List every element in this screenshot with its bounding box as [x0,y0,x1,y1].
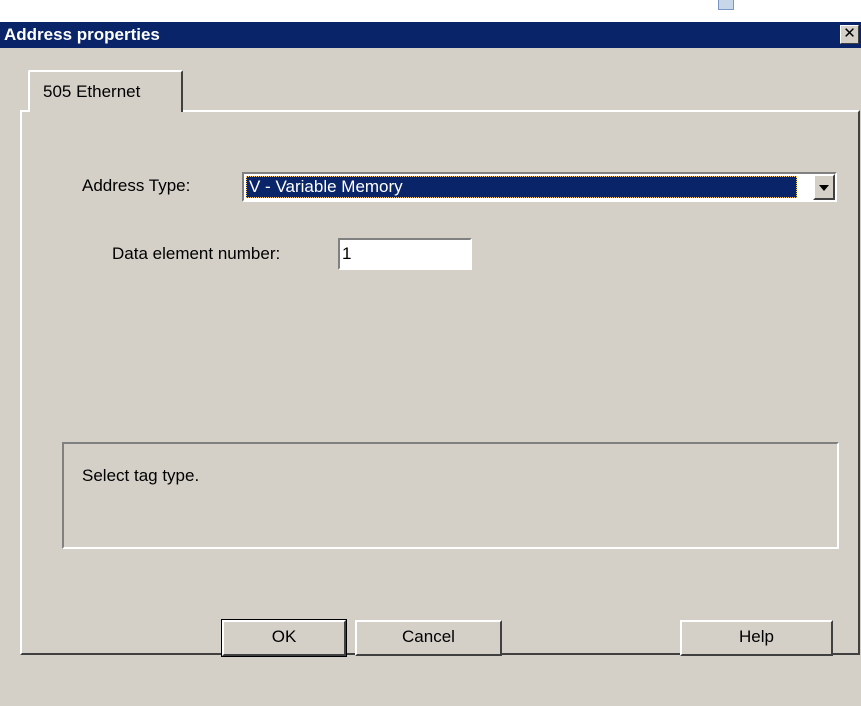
data-element-number-input[interactable] [338,238,472,270]
background-strip [0,0,861,22]
close-button[interactable]: ✕ [840,25,859,44]
address-type-label: Address Type: [82,176,191,195]
window-edge-icon [718,0,734,10]
cancel-button[interactable]: Cancel [355,620,502,656]
status-text: Select tag type. [82,466,200,485]
dialog-title: Address properties [4,25,160,44]
title-bar: Address properties ✕ [0,22,861,48]
address-properties-dialog: Address properties ✕ 505 Ethernet Addres… [0,22,861,706]
address-type-value: V - Variable Memory [249,177,403,196]
tab-label: 505 Ethernet [43,82,141,101]
ok-button[interactable]: OK [221,619,347,657]
dropdown-button[interactable] [813,174,835,200]
help-button[interactable]: Help [680,620,833,656]
data-element-number-label: Data element number: [112,244,281,263]
address-type-selected: V - Variable Memory [246,176,797,198]
address-type-dropdown[interactable]: V - Variable Memory [242,172,837,202]
tab-505-ethernet[interactable]: 505 Ethernet [28,70,183,112]
status-box: Select tag type. [62,442,839,549]
chevron-down-icon [819,185,829,191]
tab-panel: Address Type: V - Variable Memory Data e… [20,110,860,655]
close-icon: ✕ [843,25,856,42]
